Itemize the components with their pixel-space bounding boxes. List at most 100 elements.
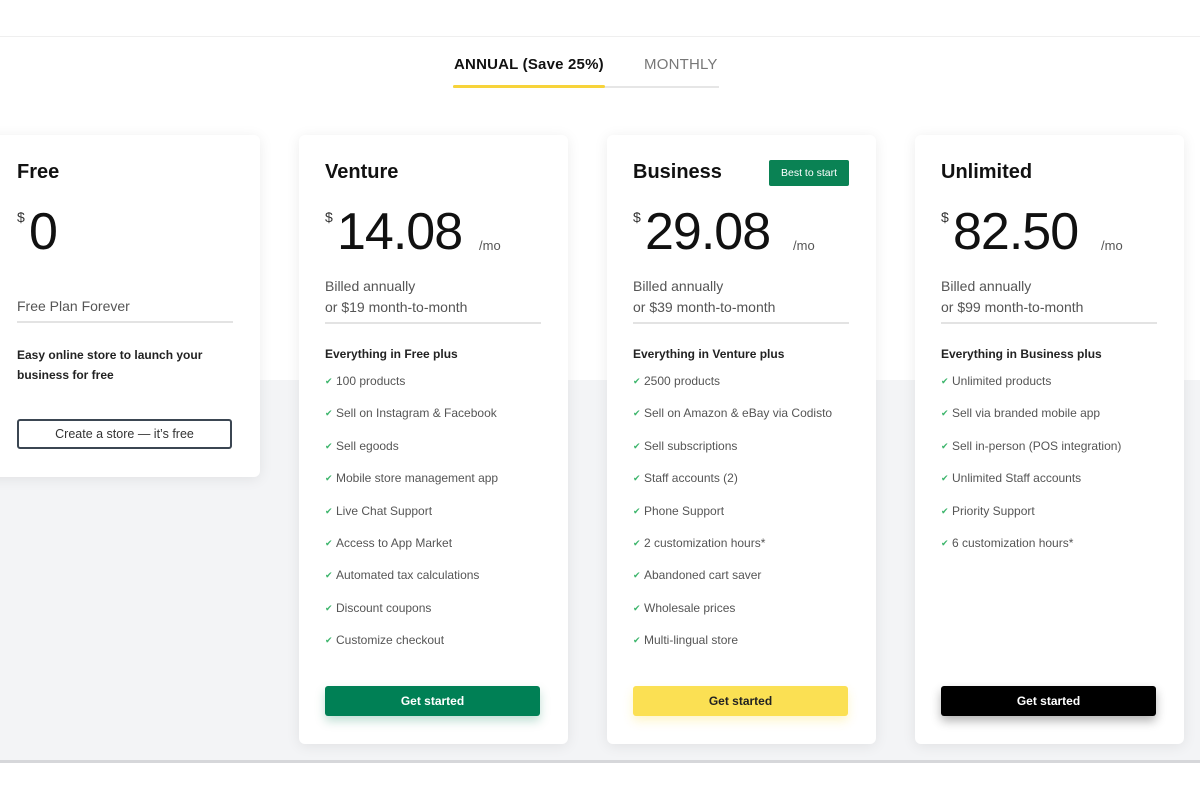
feature-label: Unlimited products <box>952 374 1052 388</box>
price-amount: 14.08 <box>337 203 463 261</box>
check-icon: ✔ <box>325 440 333 451</box>
billing-note: Free Plan Forever <box>17 298 130 314</box>
price-period: /mo <box>793 238 815 253</box>
price-amount: 0 <box>29 203 58 261</box>
get-started-unlimited-button[interactable]: Get started <box>941 686 1156 716</box>
feature-label: Sell on Instagram & Facebook <box>336 406 497 421</box>
plan-card-free: Free $ 0 Free Plan Forever Easy online s… <box>0 135 260 477</box>
feature-label: Mobile store management app <box>336 471 499 486</box>
check-icon: ✔ <box>325 570 333 581</box>
feature-label: Wholesale prices <box>644 600 736 615</box>
features-heading: Everything in Venture plus <box>633 347 785 361</box>
feature-label: Sell egoods <box>336 438 399 453</box>
feature-item: ✔ Unlimited Staff accounts <box>941 471 1121 503</box>
currency-symbol: $ <box>17 209 25 225</box>
currency-symbol: $ <box>633 209 641 225</box>
billing-period-tabs: ANNUAL (Save 25%) MONTHLY <box>453 56 719 88</box>
feature-label: Staff accounts (2) <box>644 471 738 486</box>
check-icon: ✔ <box>941 505 949 516</box>
divider <box>17 321 233 323</box>
feature-label: 100 products <box>336 374 406 388</box>
check-icon: ✔ <box>941 408 949 419</box>
feature-label: Discount coupons <box>336 600 432 615</box>
plan-name: Venture <box>325 161 399 183</box>
best-to-start-badge: Best to start <box>769 160 849 186</box>
plan-description: Easy online store to launch your busines… <box>17 348 203 382</box>
price-period: /mo <box>479 238 501 253</box>
billing-note: Billed annually or $19 month-to-month <box>325 276 545 318</box>
feature-item: ✔ Discount coupons <box>325 601 498 633</box>
check-icon: ✔ <box>325 537 333 548</box>
create-store-button[interactable]: Create a store — it’s free <box>17 419 232 449</box>
feature-item: ✔ Automated tax calculations <box>325 568 498 600</box>
feature-item: ✔ Wholesale prices <box>633 601 832 633</box>
check-icon: ✔ <box>325 376 333 386</box>
feature-label: Customize checkout <box>336 633 445 648</box>
feature-item: ✔ Live Chat Support <box>325 504 498 536</box>
check-icon: ✔ <box>633 376 641 386</box>
feature-item: ✔ Phone Support <box>633 504 832 536</box>
feature-label: Sell on Amazon & eBay via Codisto <box>644 406 833 421</box>
feature-label: Sell in-person (POS integration) <box>952 438 1122 453</box>
active-tab-indicator <box>453 85 605 88</box>
feature-item: ✔ Priority Support <box>941 504 1121 536</box>
check-icon: ✔ <box>941 537 949 548</box>
check-icon: ✔ <box>633 635 641 646</box>
billing-line-2: or $39 month-to-month <box>633 299 776 315</box>
feature-item: ✔ Sell egoods <box>325 439 498 471</box>
feature-label: Sell via branded mobile app <box>952 406 1101 421</box>
check-icon: ✔ <box>633 440 641 451</box>
tab-monthly[interactable]: MONTHLY <box>644 56 718 73</box>
check-icon: ✔ <box>941 376 949 386</box>
currency-symbol: $ <box>941 209 949 225</box>
check-icon: ✔ <box>325 635 333 646</box>
billing-note: Billed annually or $99 month-to-month <box>941 276 1161 318</box>
divider <box>941 322 1157 324</box>
check-icon: ✔ <box>633 570 641 581</box>
check-icon: ✔ <box>633 602 641 613</box>
feature-label: Abandoned cart saver <box>644 568 762 583</box>
feature-item: ✔ Sell subscriptions <box>633 439 832 471</box>
feature-item: ✔ Sell in-person (POS integration) <box>941 439 1121 471</box>
plan-card-venture: Venture $ 14.08 /mo Billed annually or $… <box>299 135 568 744</box>
billing-line-2: or $19 month-to-month <box>325 299 468 315</box>
plan-card-unlimited: Unlimited $ 82.50 /mo Billed annually or… <box>915 135 1184 744</box>
check-icon: ✔ <box>941 473 949 484</box>
feature-label: Unlimited Staff accounts <box>952 471 1082 486</box>
feature-item: ✔ Customize checkout <box>325 633 498 665</box>
tab-annual[interactable]: ANNUAL (Save 25%) <box>454 56 604 73</box>
header-divider <box>0 36 1200 37</box>
section-bottom-border <box>0 760 1200 763</box>
feature-item: ✔ Mobile store management app <box>325 471 498 503</box>
feature-item: ✔ Staff accounts (2) <box>633 471 832 503</box>
divider <box>633 322 849 324</box>
features-heading: Everything in Business plus <box>941 347 1102 361</box>
check-icon: ✔ <box>941 440 949 451</box>
feature-item: ✔ Access to App Market <box>325 536 498 568</box>
feature-list: ✔ 2500 products ✔ Sell on Amazon & eBay via… <box>633 374 832 666</box>
get-started-venture-button[interactable]: Get started <box>325 686 540 716</box>
divider <box>325 322 541 324</box>
check-icon: ✔ <box>633 505 641 516</box>
plan-name: Unlimited <box>941 161 1033 183</box>
feature-item: ✔ 100 products <box>325 374 498 406</box>
features-heading: Everything in Free plus <box>325 347 458 361</box>
price-amount: 82.50 <box>953 203 1079 261</box>
billing-line-1: Billed annually <box>633 278 724 294</box>
get-started-business-button[interactable]: Get started <box>633 686 848 716</box>
plan-card-business: Business Best to start $ 29.08 /mo Bille… <box>607 135 876 744</box>
check-icon: ✔ <box>325 408 333 419</box>
currency-symbol: $ <box>325 209 333 225</box>
feature-item: ✔ 2500 products <box>633 374 832 406</box>
feature-label: Priority Support <box>952 503 1035 518</box>
check-icon: ✔ <box>325 473 333 484</box>
feature-label: Automated tax calculations <box>336 568 480 583</box>
plan-name: Free <box>17 161 60 183</box>
check-icon: ✔ <box>633 537 641 548</box>
feature-item: ✔ 2 customization hours* <box>633 536 832 568</box>
check-icon: ✔ <box>633 473 641 484</box>
check-icon: ✔ <box>325 602 333 613</box>
feature-label: Access to App Market <box>336 535 453 550</box>
feature-label: Live Chat Support <box>336 503 433 518</box>
price-period: /mo <box>1101 238 1123 253</box>
